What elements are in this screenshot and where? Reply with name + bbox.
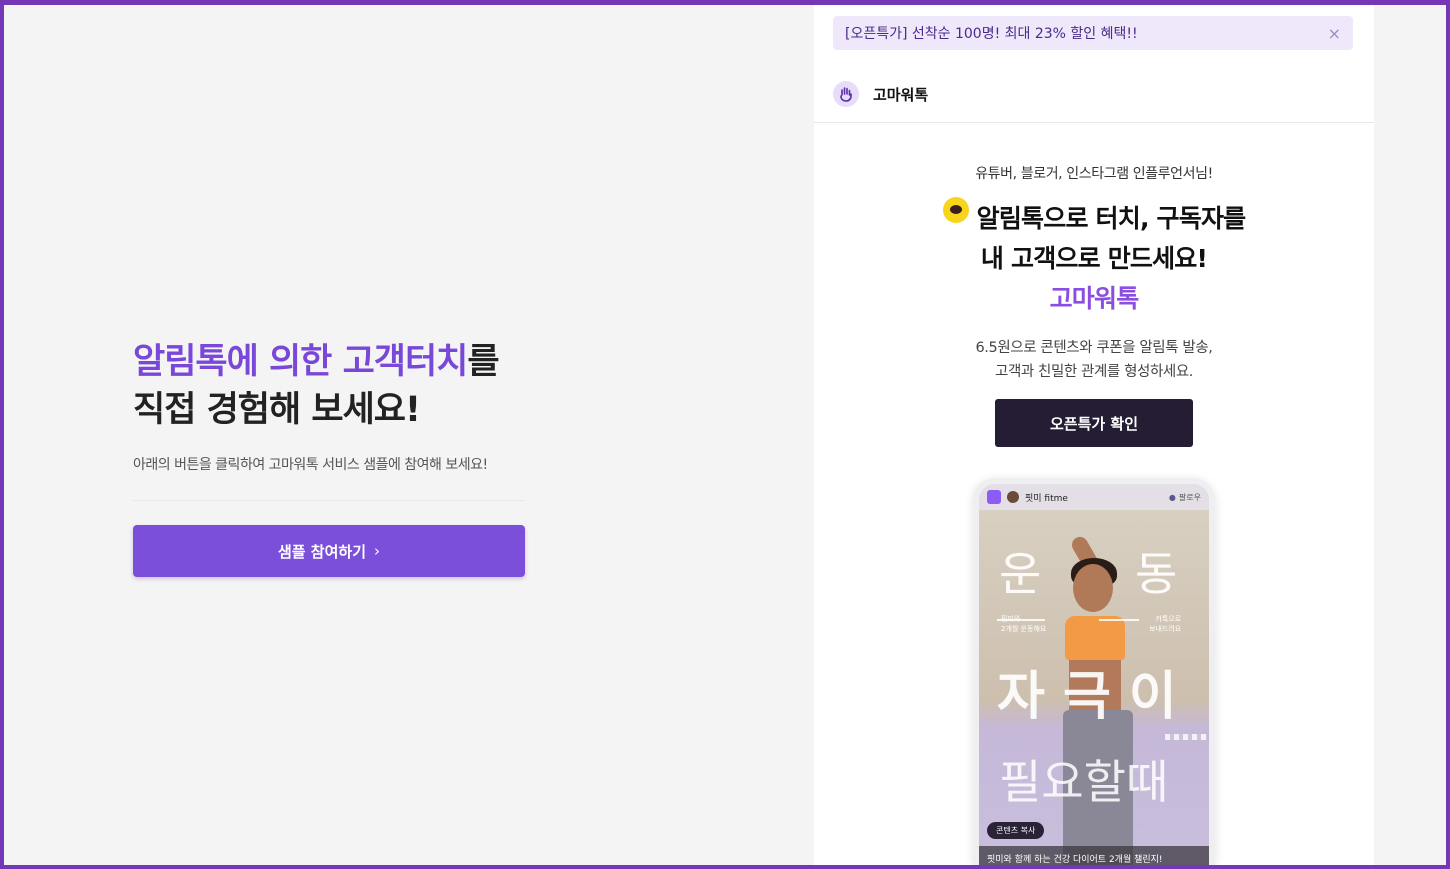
phone-screen: 핏미 fitme 팔로우 운 동 핏미와2개월 운동해요 카톡으로보내드려요 자…: [979, 484, 1209, 869]
phone-top-bar: 핏미 fitme 팔로우: [979, 484, 1209, 510]
phone-caption: 핏미와 함께 하는 건강 다이어트 2개월 챌린지!: [979, 846, 1209, 869]
open-deal-button[interactable]: 오픈특가 확인: [995, 399, 1193, 447]
poster-word-2: 동: [1135, 547, 1178, 601]
divider: [133, 500, 525, 501]
hero-title-line2: 내 고객으로 만드세요!: [980, 244, 1208, 273]
poster-note-right: 카톡으로 보내드려요: [1149, 615, 1182, 633]
hand-logo-icon: [833, 81, 859, 107]
headline-line2: 직접 경험해 보세요!: [133, 390, 421, 430]
intro-text: 유튜버, 블로거, 인스타그램 인플루언서님!: [975, 166, 1213, 182]
poster-strip: [1165, 734, 1207, 740]
hero-description: 6.5원으로 콘텐츠와 쿠폰을 알림톡 발송, 고객과 친밀한 관계를 형성하세…: [814, 336, 1374, 384]
app-icon: [987, 490, 1001, 504]
desc-line2: 고객과 친밀한 관계를 형성하세요.: [995, 364, 1193, 380]
chevron-right-icon: ›: [374, 542, 381, 560]
promo-banner[interactable]: [오픈특가] 선착순 100명! 최대 23% 할인 혜택!! ×: [833, 16, 1353, 50]
headline-rest: 를: [467, 342, 499, 382]
desc-line1: 6.5원으로 콘텐츠와 쿠폰을 알림톡 발송,: [975, 340, 1213, 356]
kakaotalk-icon: [942, 197, 969, 223]
copy-content-tag[interactable]: 콘텐츠 복사: [987, 822, 1045, 839]
close-icon[interactable]: ×: [1328, 24, 1341, 43]
promo-text: [오픈특가] 선착순 100명! 최대 23% 할인 혜택!!: [845, 26, 1138, 42]
poster-note-left: 핏미와 2개월 운동해요: [1001, 615, 1047, 633]
headline-accent: 알림톡에 의한 고객터치: [133, 342, 468, 382]
poster-word-4: 필요할때: [999, 755, 1169, 809]
preview-panel: [오픈특가] 선착순 100명! 최대 23% 할인 혜택!! × 고마워톡 유…: [814, 0, 1374, 869]
left-subtext: 아래의 버튼을 클릭하여 고마워톡 서비스 샘플에 참여해 보세요!: [133, 457, 488, 473]
left-section: 알림톡에 의한 고객터치를 직접 경험해 보세요! 아래의 버튼을 클릭하여 고…: [133, 338, 525, 577]
account-name: 핏미 fitme: [1025, 493, 1068, 504]
poster-word-1: 운: [999, 547, 1042, 601]
phone-mockup: 핏미 fitme 팔로우 운 동 핏미와2개월 운동해요 카톡으로보내드려요 자…: [973, 478, 1215, 869]
page-headline: 알림톡에 의한 고객터치를 직접 경험해 보세요!: [133, 338, 525, 434]
hero-title-line1: 알림톡으로 터치, 구독자를: [976, 204, 1247, 233]
brand-name: 고마워톡: [873, 85, 929, 104]
poster-word-3: 자 극 이: [997, 667, 1177, 727]
join-sample-label: 샘플 참여하기: [277, 542, 367, 561]
avatar: [1007, 491, 1019, 503]
hero-title-brand: 고마워톡: [1049, 284, 1140, 313]
hero-title: 알림톡으로 터치, 구독자를 내 고객으로 만드세요! 고마워톡: [814, 197, 1374, 319]
follow-button[interactable]: 팔로우: [1169, 492, 1201, 503]
brand-header: 고마워톡: [814, 66, 1374, 123]
join-sample-button[interactable]: 샘플 참여하기 ›: [133, 525, 525, 577]
